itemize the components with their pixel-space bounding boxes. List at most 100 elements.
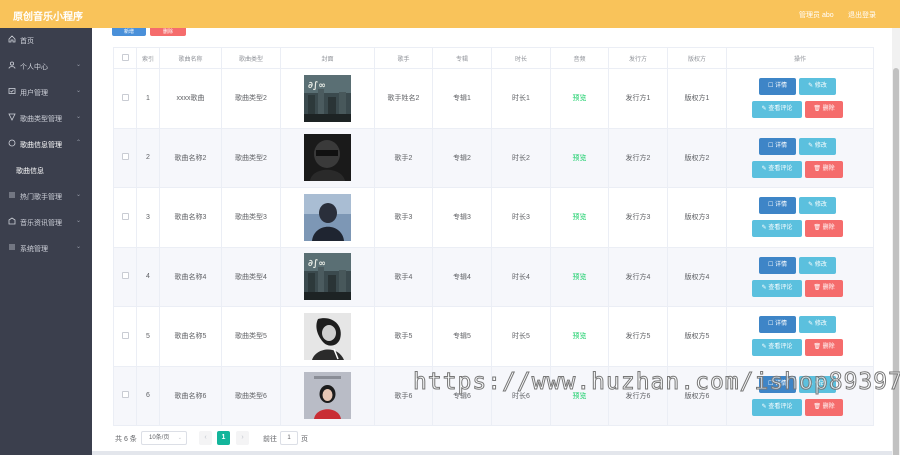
sidebar-subitem-song-info[interactable]: 歌曲信息 (0, 158, 92, 182)
row-select-cell[interactable] (113, 127, 137, 188)
row-select-cell[interactable] (113, 68, 137, 129)
row-checkbox[interactable] (121, 93, 129, 101)
delete-button[interactable]: 🗑 删除 (805, 339, 843, 356)
column-header: 歌曲类型 (221, 47, 281, 69)
column-header: 专辑 (432, 47, 492, 69)
table-row: 2 歌曲名称2 歌曲类型2 歌手2 专辑2 时长2 预览 发行方2 版权方2 ☐… (113, 127, 874, 188)
song-name-cell: 歌曲名称6 (159, 365, 222, 426)
view-comments-button[interactable]: ✎ 查看评论 (752, 279, 802, 297)
edit-button[interactable]: ✎ 修改 (799, 256, 836, 274)
row-select-cell[interactable] (113, 187, 137, 248)
view-comments-button[interactable]: ✎ 查看评论 (752, 339, 802, 356)
column-header: 音频 (550, 47, 609, 69)
detail-button[interactable]: ☐ 详情 (759, 197, 796, 214)
column-header: 发行方 (608, 47, 668, 69)
sidebar-item-hot-singers[interactable]: 热门歌手管理 ⌄ (0, 184, 92, 208)
row-checkbox[interactable] (121, 272, 129, 280)
sidebar-item-label: 热门歌手管理 (20, 194, 62, 201)
users-icon (8, 88, 16, 94)
page-size-select[interactable]: 10条/页 ⌄ (141, 431, 187, 445)
logout-link[interactable]: 退出登录 (848, 10, 876, 20)
song-type-cell: 歌曲类型2 (221, 68, 281, 129)
delete-button[interactable]: 🗑 删除 (805, 279, 843, 297)
select-all-checkbox[interactable] (121, 53, 129, 61)
publisher-cell: 发行方5 (608, 306, 668, 367)
view-comments-button[interactable]: ✎ 查看评论 (752, 220, 802, 237)
red-portrait-cover[interactable] (304, 372, 351, 420)
duration-cell: 时长5 (491, 306, 551, 367)
settings-icon (9, 244, 15, 250)
delete-button[interactable]: 🗑 删除 (805, 398, 843, 416)
row-select-cell[interactable] (113, 246, 137, 307)
sidebar-item-song-info[interactable]: 歌曲信息管理 ⌃ (0, 132, 92, 156)
sidebar-item-label: 歌曲信息 (16, 168, 44, 175)
cover-cell (280, 365, 375, 426)
index-cell: 1 (136, 68, 160, 129)
audio-preview-link[interactable]: 预览 (573, 95, 587, 102)
star-icon (9, 192, 15, 198)
cover-cell: ∂∫∞ (280, 246, 375, 307)
view-comments-button[interactable]: ✎ 查看评论 (752, 398, 802, 416)
actions-cell: ☐ 详情 ✎ 修改 ✎ 查看评论 🗑 删除 (726, 68, 874, 129)
table-header-row: 索引 歌曲名称 歌曲类型 封面 歌手 专辑 时长 音频 发行方 版权方 操作 (113, 47, 874, 69)
view-comments-button[interactable]: ✎ 查看评论 (752, 160, 802, 178)
row-select-cell[interactable] (113, 306, 137, 367)
row-checkbox[interactable] (121, 212, 129, 220)
actions-cell: ☐ 详情 ✎ 修改 ✎ 查看评论 🗑 删除 (726, 187, 874, 248)
edit-button[interactable]: ✎ 修改 (799, 78, 836, 95)
singer-cell: 歌手2 (374, 127, 433, 188)
audio-preview-link[interactable]: 预览 (573, 214, 587, 221)
row-checkbox[interactable] (121, 331, 129, 339)
dark-portrait-cover[interactable] (304, 134, 351, 182)
goto-page-input[interactable]: 1 (280, 431, 298, 445)
song-name-cell: 歌曲名称2 (159, 127, 222, 188)
add-button[interactable]: 新增 (112, 28, 146, 36)
song-name-cell: xxxx歌曲 (159, 68, 222, 129)
sidebar-item-home[interactable]: 首页 (0, 28, 92, 52)
row-checkbox[interactable] (121, 391, 129, 399)
index-cell: 3 (136, 187, 160, 248)
bw-portrait-cover[interactable] (304, 312, 351, 360)
batch-delete-button[interactable]: 删除 (150, 28, 186, 36)
audio-preview-link[interactable]: 预览 (573, 274, 587, 281)
sidebar-item-profile[interactable]: 个人中心 ⌄ (0, 54, 92, 78)
detail-button[interactable]: ☐ 详情 (759, 137, 796, 155)
blue-portrait-cover[interactable] (304, 193, 351, 241)
view-comments-button[interactable]: ✎ 查看评论 (752, 101, 802, 118)
city-cover[interactable]: ∂∫∞ (304, 253, 351, 301)
song-type-cell: 歌曲类型5 (221, 306, 281, 367)
album-cell: 专辑1 (432, 68, 492, 129)
svg-text:∂∫∞: ∂∫∞ (308, 259, 326, 269)
next-page-button[interactable]: › (236, 431, 249, 445)
index-cell: 4 (136, 246, 160, 307)
delete-button[interactable]: 🗑 删除 (805, 160, 843, 178)
sidebar-item-music-news[interactable]: 音乐资讯管理 ⌄ (0, 210, 92, 234)
prev-page-button[interactable]: ‹ (199, 431, 212, 445)
song-type-cell: 歌曲类型4 (221, 246, 281, 307)
row-checkbox[interactable] (121, 153, 129, 161)
detail-button[interactable]: ☐ 详情 (759, 256, 796, 274)
audio-preview-link[interactable]: 预览 (573, 333, 587, 340)
cover-cell (280, 127, 375, 188)
duration-cell: 时长2 (491, 127, 551, 188)
page-size-value: 10条/页 (149, 435, 170, 441)
detail-button[interactable]: ☐ 详情 (759, 78, 796, 95)
audio-cell: 预览 (550, 68, 609, 129)
audio-preview-link[interactable]: 预览 (573, 155, 587, 162)
edit-button[interactable]: ✎ 修改 (799, 316, 836, 333)
delete-button[interactable]: 🗑 删除 (805, 220, 843, 237)
publisher-cell: 发行方4 (608, 246, 668, 307)
cover-cell (280, 187, 375, 248)
sidebar-item-song-types[interactable]: 歌曲类型管理 ⌄ (0, 106, 92, 130)
sidebar-item-users[interactable]: 用户管理 ⌄ (0, 80, 92, 104)
row-select-cell[interactable] (113, 365, 137, 426)
page-number-current[interactable]: 1 (217, 431, 230, 445)
select-all-cell[interactable] (113, 47, 137, 69)
sidebar-item-system[interactable]: 系统管理 ⌄ (0, 236, 92, 260)
detail-button[interactable]: ☐ 详情 (759, 316, 796, 333)
edit-button[interactable]: ✎ 修改 (799, 197, 836, 214)
city-cover[interactable]: ∂∫∞ (304, 74, 351, 122)
scrollbar-thumb[interactable] (893, 68, 899, 455)
edit-button[interactable]: ✎ 修改 (799, 137, 836, 155)
delete-button[interactable]: 🗑 删除 (805, 101, 843, 118)
